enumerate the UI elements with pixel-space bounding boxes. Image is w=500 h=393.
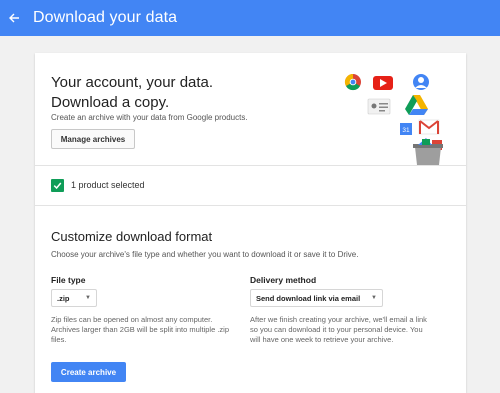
app-header: Download your data — [0, 0, 500, 36]
hero-section: Your account, your data. Download a copy… — [35, 53, 466, 165]
products-selected-label: 1 product selected — [71, 180, 145, 190]
chevron-down-icon: ▼ — [85, 295, 91, 301]
delivery-method-note: After we finish creating your archive, w… — [250, 315, 466, 345]
page-title: Download your data — [33, 9, 178, 26]
products-checkbox[interactable] — [51, 178, 64, 192]
chrome-icon — [344, 73, 361, 91]
arrow-back-icon — [9, 13, 19, 23]
drive-icon — [405, 95, 428, 115]
products-illustration: 31 — [344, 73, 443, 165]
format-section-title: Customize download format — [51, 229, 213, 244]
main-card: Your account, your data. Download a copy… — [35, 53, 466, 393]
file-type-note-line: files. — [51, 335, 67, 344]
hero-title-line2: Download a copy. — [51, 94, 170, 111]
svg-text:31: 31 — [402, 127, 410, 134]
file-type-note: Zip files can be opened on almost any co… — [51, 315, 259, 345]
profile-icon — [413, 74, 429, 90]
divider — [35, 165, 466, 166]
file-type-select[interactable]: .zip ▼ — [51, 289, 97, 307]
hero-subtitle: Create an archive with your data from Go… — [51, 113, 248, 122]
delivery-note-line: will have one week to retrieve your arch… — [250, 335, 394, 344]
chevron-down-icon: ▼ — [371, 295, 377, 301]
format-section-subtitle: Choose your archive's file type and whet… — [51, 250, 359, 259]
check-icon — [53, 182, 62, 189]
create-archive-button[interactable]: Create archive — [51, 362, 126, 382]
file-type-note-line: Zip files can be opened on almost any co… — [51, 315, 213, 324]
delivery-method-value: Send download link via email — [256, 293, 361, 303]
file-type-note-line: Archives larger than 2GB will be split i… — [51, 325, 229, 334]
delivery-note-line: so you can download it to your personal … — [250, 325, 423, 334]
calendar-icon: 31 — [400, 123, 412, 135]
contacts-icon — [367, 98, 391, 115]
product-selection: 1 product selected — [51, 178, 145, 192]
hero-title: Your account, your data. Download a copy… — [51, 73, 261, 113]
file-type-value: .zip — [57, 293, 70, 303]
youtube-icon — [373, 76, 393, 90]
delivery-method-select[interactable]: Send download link via email ▼ — [250, 289, 383, 307]
gmail-icon — [418, 119, 440, 135]
manage-archives-button[interactable]: Manage archives — [51, 129, 135, 149]
delivery-note-line: After we finish creating your archive, w… — [250, 315, 427, 324]
delivery-method-label: Delivery method — [250, 275, 317, 285]
hero-title-line1: Your account, your data. — [51, 74, 214, 91]
divider — [35, 205, 466, 206]
back-button[interactable] — [1, 0, 27, 36]
file-type-label: File type — [51, 275, 86, 285]
